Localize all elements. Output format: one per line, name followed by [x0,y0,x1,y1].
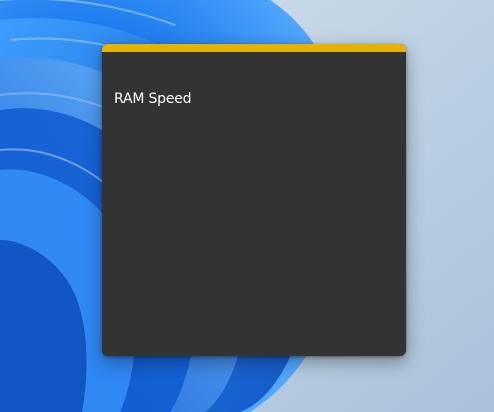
sticky-note[interactable]: RAM Speed [102,44,406,356]
note-text[interactable]: RAM Speed [114,90,394,108]
desktop: RAM Speed [0,0,494,412]
note-accent-bar[interactable] [102,44,406,52]
